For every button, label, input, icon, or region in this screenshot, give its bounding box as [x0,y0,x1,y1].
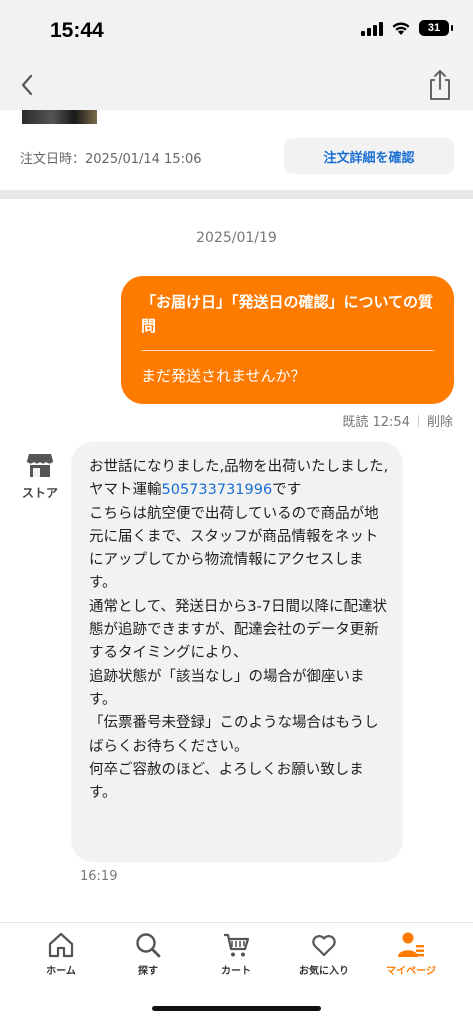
message-meta: 既読 12:54 削除 [342,411,453,430]
status-time: 15:44 [50,19,104,42]
incoming-message: お世話になりました,品物を出荷いたしました,ヤマト運輸505733731996で… [71,442,403,862]
tab-label: ホーム [46,966,76,977]
tab-cart[interactable]: カート [196,931,276,977]
store-label: ストア [21,486,58,500]
message-text: です [272,482,302,499]
share-button[interactable] [425,68,455,102]
tab-label: 探す [138,966,158,977]
nav-bar [0,60,473,110]
message-divider [141,350,434,351]
home-icon [48,932,74,958]
product-thumbnail[interactable] [22,110,97,124]
message-paragraph: 通常として、発送日から3-7日間以降に配達状態が追跡できますが、配達会社のデータ… [89,598,388,662]
chat-date: 2025/01/19 [196,230,277,246]
message-paragraph: 「伝票番号未登録」このような場合はもうしばらくお待ちください。 [89,715,379,755]
order-date: 注文日時：2025/01/14 15:06 [20,152,202,167]
order-summary: 注文日時：2025/01/14 15:06 注文詳細を確認 [0,110,473,190]
delete-link[interactable]: 削除 [427,411,453,430]
wifi-icon [392,21,410,35]
tab-home[interactable]: ホーム [21,931,101,977]
tab-label: カート [221,966,251,977]
message-paragraph: お世話になりました,品物を出荷いたしました,ヤマト運輸505733731996で… [89,456,389,503]
person-icon [398,932,424,957]
message-paragraph: 追跡状態が「該当なし」の場合が御座います。 [89,668,365,708]
home-indicator [152,1006,321,1011]
order-detail-button[interactable]: 注文詳細を確認 [284,138,454,174]
tab-favorites[interactable]: お気に入り [284,931,364,977]
cart-icon [224,933,250,957]
search-icon [136,933,161,958]
message-body: まだ発送されませんか？ [141,367,306,385]
chevron-left-icon [21,74,33,96]
tab-label: マイページ [386,966,436,977]
message-paragraph: こちらは航空便で出荷しているので商品が地元に届くまで、スタッフが商品情報をネット… [89,505,379,592]
share-icon [430,70,450,100]
status-icons: 31 [361,20,453,36]
message-paragraph: 何卒ご容赦のほど、よろしくお願い致します。 [89,761,364,802]
tab-search[interactable]: 探す [108,931,188,977]
message-time: 16:19 [80,869,118,884]
tracking-number-link[interactable]: 505733731996 [162,482,273,498]
status-bar: 15:44 31 [0,0,473,60]
meta-divider [417,414,419,427]
read-status: 既読 12:54 [342,415,410,430]
back-button[interactable] [14,70,44,100]
battery-icon: 31 [419,20,453,36]
message-title: 「お届け日」「発送日の確認」についての質問 [141,293,434,335]
store-icon [26,454,54,477]
store-avatar[interactable]: ストア [20,452,60,501]
tab-mypage[interactable]: マイページ [371,931,451,977]
heart-icon [312,935,336,957]
section-divider [0,190,473,199]
tab-label: お気に入り [299,966,349,977]
signal-icon [361,20,383,36]
outgoing-message: 「お届け日」「発送日の確認」についての質問 まだ発送されませんか？ [121,276,454,404]
